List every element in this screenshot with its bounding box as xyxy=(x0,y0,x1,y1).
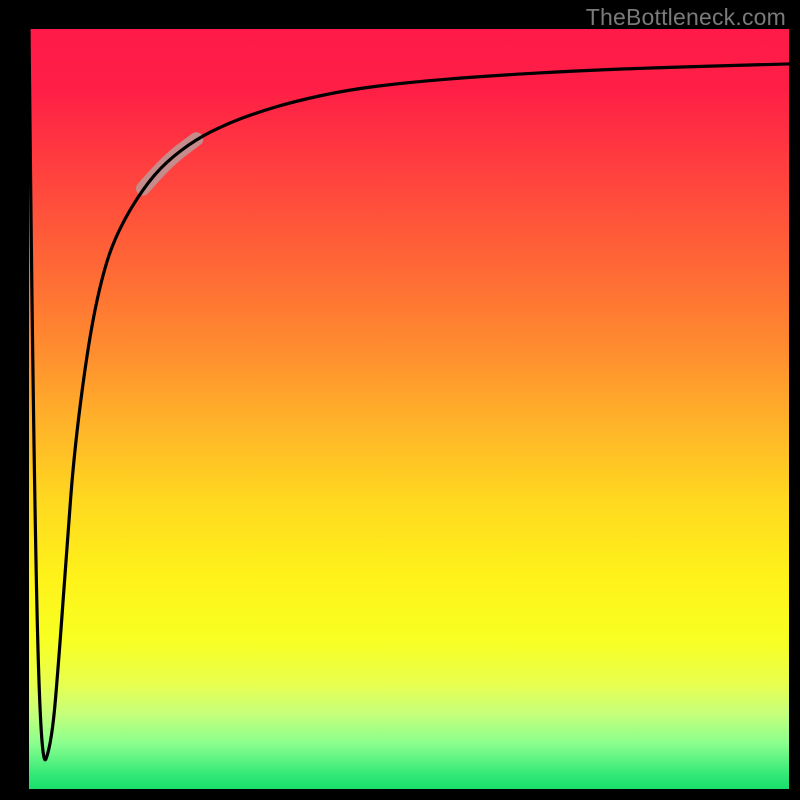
curve-main xyxy=(29,29,789,760)
chart-frame: TheBottleneck.com xyxy=(0,0,800,800)
watermark-text: TheBottleneck.com xyxy=(586,4,786,31)
plot-area xyxy=(29,29,789,789)
bottleneck-curve xyxy=(29,29,789,789)
